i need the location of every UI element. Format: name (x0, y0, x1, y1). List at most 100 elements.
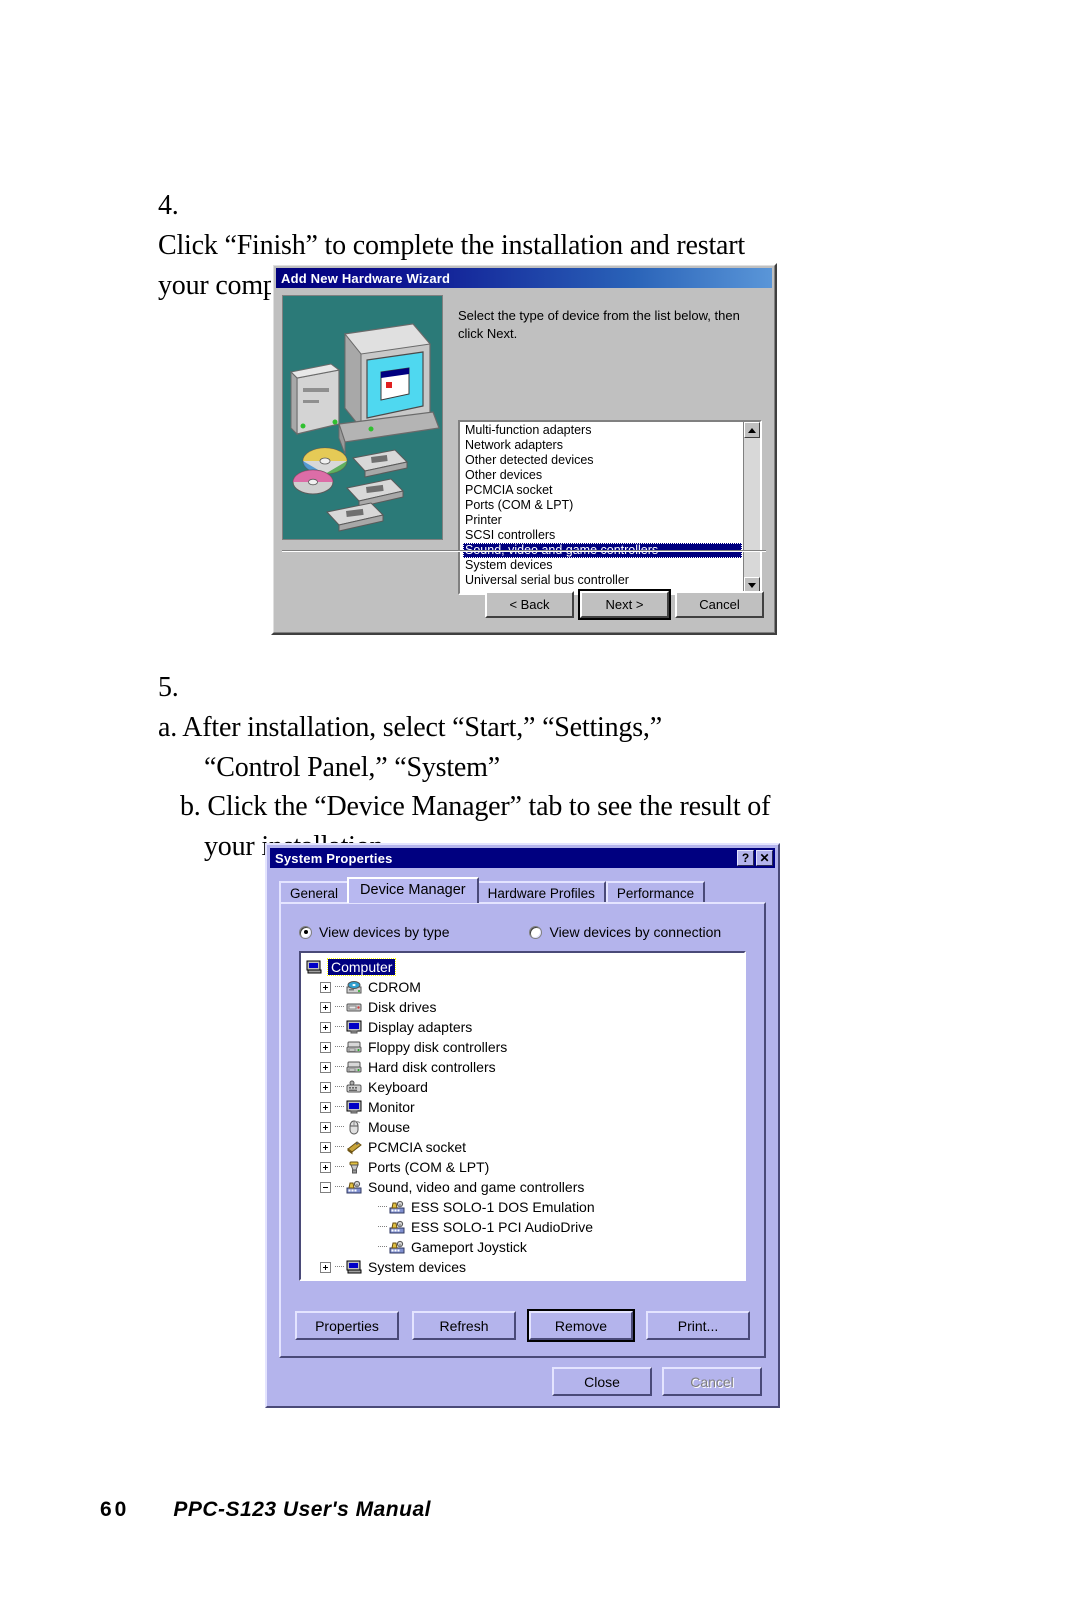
next-button[interactable]: Next > (578, 589, 671, 620)
device-type-list-items[interactable]: Multi-function adapters Network adapters… (460, 422, 743, 593)
collapse-minus-icon[interactable] (320, 1181, 331, 1193)
tree-item-label: Disk drives (368, 999, 437, 1015)
cdrom-icon (346, 980, 363, 995)
titlebar-buttons: ? ✕ (737, 850, 773, 866)
expand-plus-icon[interactable] (320, 1161, 331, 1173)
system-properties-dialog[interactable]: System Properties ? ✕ General Device Man… (265, 843, 780, 1408)
tree-item-label: Mouse (368, 1119, 411, 1135)
list-item[interactable]: PCMCIA socket (463, 483, 743, 498)
cancel-button[interactable]: Cancel (675, 591, 764, 618)
expand-plus-icon[interactable] (320, 1121, 331, 1133)
refresh-button[interactable]: Refresh (412, 1311, 516, 1340)
tree-item-pcmcia-socket[interactable]: PCMCIA socket (306, 1137, 744, 1157)
tab-device-manager[interactable]: Device Manager (347, 877, 479, 903)
tree-item-label: Sound, video and game controllers (368, 1179, 585, 1195)
expand-plus-icon[interactable] (320, 981, 331, 993)
tab-general[interactable]: General (279, 881, 350, 903)
expand-plus-icon[interactable] (320, 1261, 331, 1273)
tabstrip: General Device Manager Hardware Profiles… (279, 877, 766, 903)
help-icon[interactable]: ? (737, 850, 754, 866)
tree-connector (378, 1246, 387, 1248)
tab-hardware-profiles[interactable]: Hardware Profiles (476, 881, 606, 903)
scrollbar-track[interactable] (744, 438, 760, 577)
disk-drive-icon (346, 1000, 363, 1015)
radio-selected-icon (299, 925, 312, 939)
tree-item-system-devices[interactable]: System devices (306, 1257, 744, 1277)
wizard-instruction: Select the type of device from the list … (458, 308, 740, 341)
tree-item-monitor[interactable]: Monitor (306, 1097, 744, 1117)
tree-connector (335, 1146, 344, 1148)
tree-item-keyboard[interactable]: Keyboard (306, 1077, 744, 1097)
list-item[interactable]: Other detected devices (463, 453, 743, 468)
tree-item-sound-video-game-controllers[interactable]: Sound, video and game controllers (306, 1177, 744, 1197)
tree-item-ports[interactable]: Ports (COM & LPT) (306, 1157, 744, 1177)
properties-button[interactable]: Properties (295, 1311, 399, 1340)
computer-icon (306, 960, 323, 975)
sound-controller-icon (346, 1180, 363, 1195)
expand-plus-icon[interactable] (320, 1021, 331, 1033)
listbox-scrollbar[interactable] (743, 422, 760, 593)
expand-plus-icon[interactable] (320, 1061, 331, 1073)
tab-performance[interactable]: Performance (605, 881, 706, 903)
device-type-listbox[interactable]: Multi-function adapters Network adapters… (458, 420, 762, 595)
remove-button[interactable]: Remove (527, 1309, 635, 1342)
device-tree[interactable]: Computer CDROM Disk drives Display adapt… (299, 951, 746, 1281)
list-item[interactable]: Network adapters (463, 438, 743, 453)
scroll-up-button[interactable] (744, 422, 760, 438)
close-icon[interactable]: ✕ (756, 850, 773, 866)
wizard-title: Add New Hardware Wizard (281, 270, 451, 286)
tree-item-display-adapters[interactable]: Display adapters (306, 1017, 744, 1037)
tree-item-cdrom[interactable]: CDROM (306, 977, 744, 997)
radio-view-by-type[interactable]: View devices by type (299, 924, 449, 940)
monitor-icon (346, 1100, 363, 1115)
expand-plus-icon[interactable] (320, 1081, 331, 1093)
tree-connector (335, 1026, 344, 1028)
tree-item-disk-drives[interactable]: Disk drives (306, 997, 744, 1017)
tree-item-ess-solo-1-dos-emulation[interactable]: ESS SOLO-1 DOS Emulation (306, 1197, 744, 1217)
wizard-titlebar[interactable]: Add New Hardware Wizard (276, 268, 772, 288)
expand-plus-icon[interactable] (320, 1001, 331, 1013)
tree-item-label: ESS SOLO-1 PCI AudioDrive (411, 1219, 594, 1235)
tree-item-hard-disk-controllers[interactable]: Hard disk controllers (306, 1057, 744, 1077)
tree-item-ess-solo-1-pci-audiodrive[interactable]: ESS SOLO-1 PCI AudioDrive (306, 1217, 744, 1237)
sysprops-titlebar[interactable]: System Properties ? ✕ (270, 848, 775, 868)
list-item[interactable]: Printer (463, 513, 743, 528)
step-4-number: 4. (158, 190, 179, 221)
tree-item-floppy-disk-controllers[interactable]: Floppy disk controllers (306, 1037, 744, 1057)
port-icon (346, 1160, 363, 1175)
page-number: 60 (100, 1498, 130, 1521)
list-item[interactable]: Multi-function adapters (463, 423, 743, 438)
list-item[interactable]: Other devices (463, 468, 743, 483)
expand-plus-icon[interactable] (320, 1041, 331, 1053)
wizard-content: Select the type of device from the list … (282, 295, 766, 624)
list-item[interactable]: SCSI controllers (463, 528, 743, 543)
tree-item-mouse[interactable]: Mouse (306, 1117, 744, 1137)
list-item[interactable]: Universal serial bus controller (463, 573, 743, 588)
print-button[interactable]: Print... (646, 1311, 750, 1340)
computer-hardware-illustration-icon (289, 323, 440, 532)
tree-item-label: Floppy disk controllers (368, 1039, 508, 1055)
list-item[interactable]: System devices (463, 558, 743, 573)
back-button[interactable]: < Back (485, 591, 574, 618)
add-new-hardware-wizard-dialog[interactable]: Add New Hardware Wizard Select the type … (271, 263, 777, 635)
tree-connector (378, 1226, 387, 1228)
tree-item-computer[interactable]: Computer (306, 957, 744, 977)
tree-connector (335, 1066, 344, 1068)
expand-plus-icon[interactable] (320, 1141, 331, 1153)
system-device-icon (346, 1260, 363, 1275)
tree-item-label: Display adapters (368, 1019, 473, 1035)
tree-item-gameport-joystick[interactable]: Gameport Joystick (306, 1237, 744, 1257)
hard-disk-controller-icon (346, 1060, 363, 1075)
pcmcia-icon (346, 1140, 363, 1155)
expand-plus-icon[interactable] (320, 1101, 331, 1113)
tree-item-label: Hard disk controllers (368, 1059, 496, 1075)
step-4-line-1: Click “Finish” to complete the installat… (158, 229, 745, 261)
sound-device-icon (389, 1220, 406, 1235)
radio-unselected-icon (529, 925, 543, 939)
device-action-buttons: Properties Refresh Remove Print... (295, 1309, 750, 1342)
radio-view-by-type-label: View devices by type (319, 924, 450, 940)
radio-view-by-connection[interactable]: View devices by connection (529, 924, 721, 940)
dialog-footer-buttons: Close Cancel (552, 1367, 762, 1396)
close-button[interactable]: Close (552, 1367, 652, 1396)
list-item[interactable]: Ports (COM & LPT) (463, 498, 743, 513)
